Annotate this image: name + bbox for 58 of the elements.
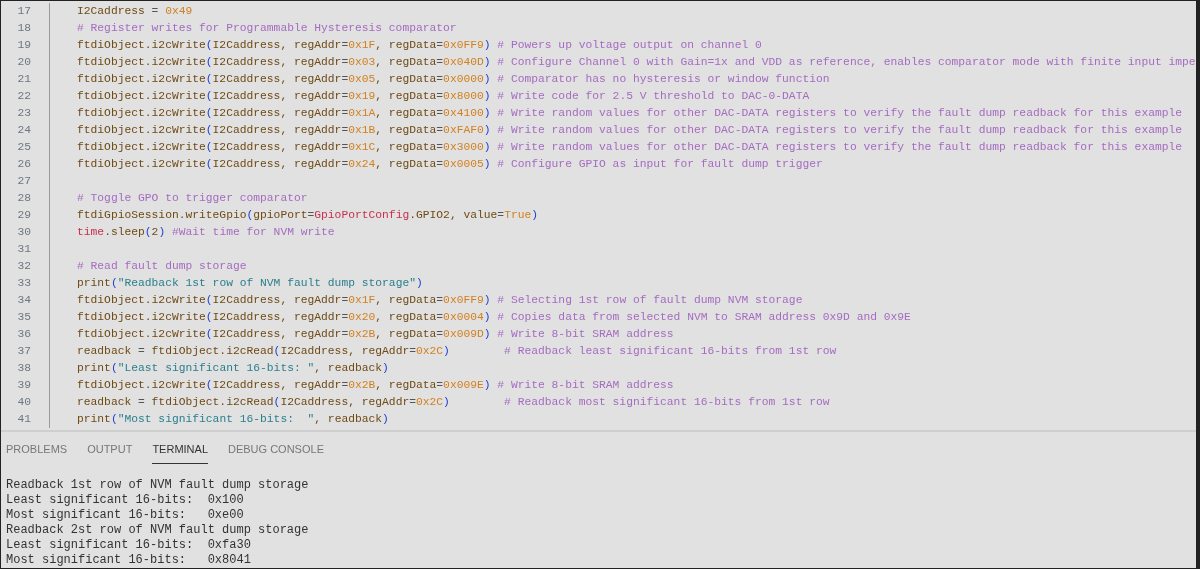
line-number: 33 [16,276,31,292]
code-line: print("Readback 1st row of NVM fault dump storage") [77,276,423,292]
code-line: ftdiObject.i2cWrite(I2Caddress, regAddr=0x05, regData=0x0000) # Comparator has no hysteresis or window function [77,72,830,88]
panel-tab[interactable]: TERMINAL [152,440,208,464]
code-line: ftdiObject.i2cWrite(I2Caddress, regAddr=0x2B, regData=0x009E) # Write 8-bit SRAM address [77,378,674,394]
line-number: 22 [16,89,31,105]
code-line: I2Caddress = 0x49 [77,4,193,20]
line-number: 41 [16,412,31,428]
code-line: readback = ftdiObject.i2cRead(I2Caddress, regAddr=0x2C) # Readback most significant 16-bits from 1st row [77,395,830,411]
line-number: 17 [16,4,31,20]
code-line: ftdiObject.i2cWrite(I2Caddress, regAddr=0x1F, regData=0x0FF9) # Powers up voltage output on channel 0 [77,38,762,54]
line-number: 19 [16,38,31,54]
terminal-line: Readback 2st row of NVM fault dump storage [6,523,309,538]
line-number: 37 [16,344,31,360]
panel-tab[interactable]: OUTPUT [87,440,133,464]
line-number: 40 [16,395,31,411]
code-line: time.sleep(2) #Wait time for NVM write [77,225,335,241]
line-number: 27 [16,174,31,190]
code-line: ftdiObject.i2cWrite(I2Caddress, regAddr=0x20, regData=0x0004) # Copies data from selected NVM to SRAM address 0x9D and 0x9E [77,310,911,326]
terminal-line: Most significant 16-bits: 0x8041 [6,553,251,568]
terminal-line: Least significant 16-bits: 0x100 [6,493,244,508]
line-number: 28 [16,191,31,207]
code-line: ftdiObject.i2cWrite(I2Caddress, regAddr=0x19, regData=0x8000) # Write code for 2.5 V threshold to DAC-0-DATA [77,89,810,105]
code-line: print("Most significant 16-bits: ", readback) [77,412,389,428]
line-number: 29 [16,208,31,224]
line-number: 23 [16,106,31,122]
line-number: 20 [16,55,31,71]
line-number: 38 [16,361,31,377]
terminal-line: Least significant 16-bits: 0xfa30 [6,538,251,553]
line-number: 31 [16,242,31,258]
code-line: ftdiObject.i2cWrite(I2Caddress, regAddr=0x03, regData=0x040D) # Configure Channel 0 with Gain=1x and VDD as reference, enables comparator mode with finite input impe [77,55,1196,71]
code-line: ftdiObject.i2cWrite(I2Caddress, regAddr=0x1A, regData=0x4100) # Write random values for other DAC-DATA registers to verify the fault dump readback for this example [77,106,1183,122]
code-line: ftdiGpioSession.writeGpio(gpioPort=GpioPortConfig.GPIO2, value=True) [77,208,539,224]
line-number: 35 [16,310,31,326]
code-line: ftdiObject.i2cWrite(I2Caddress, regAddr=0x24, regData=0x0005) # Configure GPIO as input for fault dump trigger [77,157,823,173]
code-line: # Toggle GPO to trigger comparator [77,191,308,207]
code-line: # Read fault dump storage [77,259,247,275]
line-number: 34 [16,293,31,309]
line-number: 18 [16,21,31,37]
code-line: readback = ftdiObject.i2cRead(I2Caddress, regAddr=0x2C) # Readback least significant 16-bits from 1st row [77,344,837,360]
code-line: print("Least significant 16-bits: ", readback) [77,361,389,377]
line-number: 32 [16,259,31,275]
panel-tab[interactable]: PROBLEMS [6,440,68,464]
line-number: 25 [16,140,31,156]
code-line: ftdiObject.i2cWrite(I2Caddress, regAddr=0x1F, regData=0x0FF9) # Selecting 1st row of fault dump NVM storage [77,293,803,309]
panel-tab[interactable]: DEBUG CONSOLE [228,440,324,464]
code-line: ftdiObject.i2cWrite(I2Caddress, regAddr=0x1B, regData=0xFAF0) # Write random values for other DAC-DATA registers to verify the fault dump readback for this example [77,123,1183,139]
code-line: ftdiObject.i2cWrite(I2Caddress, regAddr=0x1C, regData=0x3000) # Write random values for other DAC-DATA registers to verify the fault dump readback for this example [77,140,1183,156]
line-number: 26 [16,157,31,173]
line-number: 39 [16,378,31,394]
line-number: 36 [16,327,31,343]
terminal-line: Most significant 16-bits: 0xe00 [6,508,244,523]
line-number: 30 [16,225,31,241]
line-number: 21 [16,72,31,88]
code-line: # Register writes for Programmable Hysteresis comparator [77,21,457,37]
code-line: ftdiObject.i2cWrite(I2Caddress, regAddr=0x2B, regData=0x009D) # Write 8-bit SRAM address [77,327,674,343]
line-number: 24 [16,123,31,139]
terminal-line: Readback 1st row of NVM fault dump storage [6,478,309,493]
